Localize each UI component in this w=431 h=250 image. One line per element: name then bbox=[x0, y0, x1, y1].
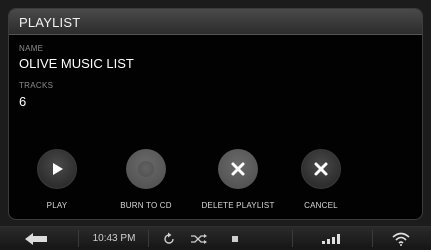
burn-to-cd-label: BURN TO CD bbox=[120, 201, 172, 210]
back-arrow-icon[interactable] bbox=[18, 227, 54, 250]
stop-icon[interactable] bbox=[226, 227, 244, 250]
disc-icon bbox=[126, 149, 166, 189]
cancel-label: CANCEL bbox=[304, 201, 338, 210]
burn-to-cd-button[interactable]: BURN TO CD bbox=[101, 147, 191, 217]
signal-bars-icon bbox=[312, 227, 352, 250]
play-icon bbox=[37, 149, 77, 189]
delete-playlist-label: DELETE PLAYLIST bbox=[201, 201, 275, 210]
x-icon bbox=[218, 149, 258, 189]
name-value: OLIVE MUSIC LIST bbox=[19, 56, 134, 71]
panel-header: PLAYLIST bbox=[9, 9, 422, 35]
panel-title: PLAYLIST bbox=[19, 15, 81, 30]
cancel-button[interactable]: CANCEL bbox=[276, 147, 366, 217]
delete-playlist-button[interactable]: DELETE PLAYLIST bbox=[193, 147, 283, 217]
action-row: PLAY BURN TO CD DELETE PLAYLIST CANCEL bbox=[9, 147, 422, 217]
shuffle-icon[interactable] bbox=[186, 227, 212, 250]
screen: PLAYLIST NAME OLIVE MUSIC LIST TRACKS 6 … bbox=[0, 0, 431, 249]
playlist-panel: PLAYLIST NAME OLIVE MUSIC LIST TRACKS 6 … bbox=[8, 8, 423, 220]
play-button[interactable]: PLAY bbox=[12, 147, 102, 217]
play-label: PLAY bbox=[46, 201, 68, 210]
x-icon bbox=[301, 149, 341, 189]
wifi-icon bbox=[386, 227, 416, 250]
name-label: NAME bbox=[19, 44, 44, 53]
clock-time: 10:43 PM bbox=[92, 233, 136, 244]
repeat-icon[interactable] bbox=[156, 227, 182, 250]
tracks-value: 6 bbox=[19, 94, 27, 109]
tracks-label: TRACKS bbox=[19, 81, 54, 90]
status-bar: 10:43 PM bbox=[0, 226, 431, 249]
